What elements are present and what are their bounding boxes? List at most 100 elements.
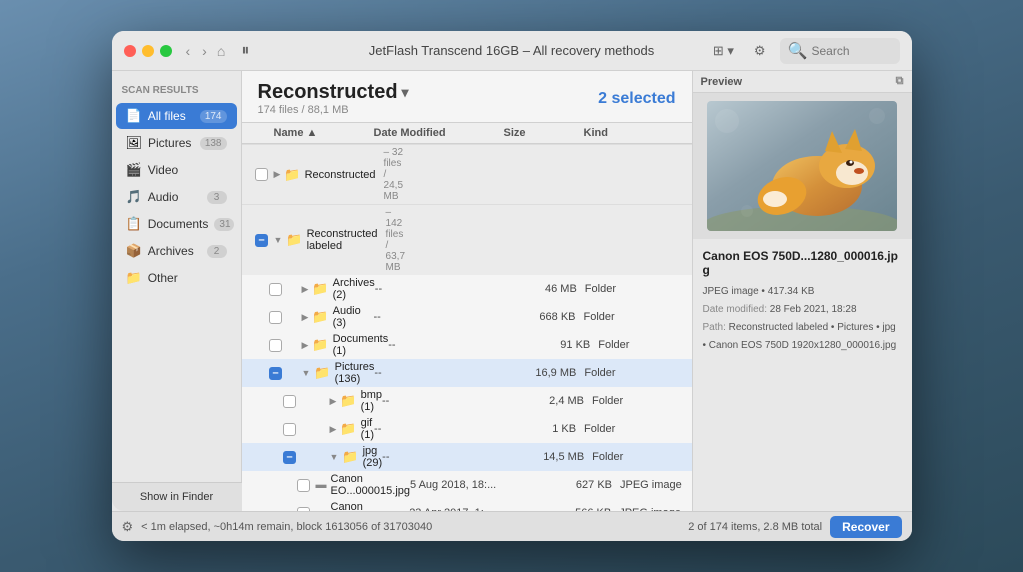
- show-in-finder-button[interactable]: Show in Finder: [112, 482, 242, 511]
- close-button[interactable]: [124, 45, 136, 57]
- view-button[interactable]: ⊞ ▾: [707, 41, 740, 61]
- pictures-collapse-icon[interactable]: ▼: [302, 368, 311, 378]
- file-table: Name ▲ Date Modified Size Kind ▶: [242, 122, 692, 511]
- sidebar-badge-pictures: 138: [200, 137, 227, 150]
- archives-size: 46 MB: [505, 283, 585, 295]
- archives-label: Archives (2): [333, 277, 375, 301]
- reconstructed-labeled-collapse-icon[interactable]: ▼: [274, 235, 283, 245]
- home-button[interactable]: ⌂: [211, 41, 231, 61]
- forward-button[interactable]: ›: [198, 41, 211, 61]
- reconstructed-labeled-label: Reconstructed labeled: [307, 228, 378, 252]
- col-header-size[interactable]: Size: [504, 127, 584, 139]
- preview-title: Preview: [701, 76, 743, 88]
- audio-kind: Folder: [584, 311, 684, 323]
- sidebar-item-other[interactable]: 📁 Other: [116, 265, 237, 291]
- table-row[interactable]: ▬ Canon EO...000011.jpg 23 Apr 2017, 1:.…: [242, 499, 692, 511]
- pictures-kind: Folder: [584, 367, 684, 379]
- table-row[interactable]: ▶ 📁 Documents (1) -- 91 KB Folder: [242, 331, 692, 359]
- col-header-date[interactable]: Date Modified: [374, 127, 504, 139]
- sidebar-item-all-files[interactable]: 📄 All files 174: [116, 103, 237, 129]
- titlebar-right: ⊞ ▾ ⚙ 🔍: [707, 38, 900, 64]
- back-button[interactable]: ‹: [182, 41, 195, 61]
- sidebar-item-audio[interactable]: 🎵 Audio 3: [116, 184, 237, 210]
- reconstructed-section[interactable]: ▶ 📁 Reconstructed – 32 files / 24,5 MB: [242, 144, 692, 204]
- gif-size: 1 KB: [504, 423, 584, 435]
- table-row[interactable]: ▶ 📁 gif (1) -- 1 KB Folder: [242, 415, 692, 443]
- sidebar-badge-archives: 2: [207, 245, 227, 258]
- reconstructed-collapse-icon[interactable]: ▶: [274, 169, 281, 180]
- file-area: Reconstructed ▾ 174 files / 88,1 MB 2 se…: [242, 71, 692, 511]
- sidebar-label-documents: Documents: [148, 217, 209, 231]
- maximize-button[interactable]: [160, 45, 172, 57]
- sidebar-item-documents[interactable]: 📋 Documents 31: [116, 211, 237, 237]
- preview-copy-icon[interactable]: ⧉: [896, 75, 904, 88]
- archives-name: ▶ 📁 Archives (2): [288, 277, 375, 301]
- table-row[interactable]: ▶ 📁 Archives (2) -- 46 MB Folder: [242, 275, 692, 303]
- file1-icon: ▬: [316, 479, 327, 491]
- table-row[interactable]: ▶ 📁 bmp (1) -- 2,4 MB Folder: [242, 387, 692, 415]
- other-icon: 📁: [126, 270, 142, 286]
- sidebar-item-archives[interactable]: 📦 Archives 2: [116, 238, 237, 264]
- jpg-checkbox[interactable]: –: [283, 451, 296, 464]
- archives-checkbox[interactable]: [269, 283, 282, 296]
- recover-button[interactable]: Recover: [830, 516, 901, 538]
- nav-buttons: ‹ ›: [182, 41, 211, 61]
- gif-expand-icon[interactable]: ▶: [330, 424, 337, 435]
- table-row[interactable]: – ▼ 📁 jpg (29) -- 14,5 MB Folder: [242, 443, 692, 471]
- sidebar-item-pictures[interactable]: 🖼 Pictures 138: [116, 130, 237, 156]
- pictures-folder-name: ▼ 📁 Pictures (136): [288, 361, 375, 385]
- pause-button[interactable]: ⏸: [241, 42, 249, 60]
- reconstructed-labeled-checkbox[interactable]: –: [255, 234, 268, 247]
- all-files-icon: 📄: [126, 108, 142, 124]
- col-header-name[interactable]: Name ▲: [274, 127, 374, 139]
- audio-folder-name: ▶ 📁 Audio (3): [288, 305, 374, 329]
- file1-label: Canon EO...000015.jpg: [331, 473, 411, 497]
- gif-folder-icon: 📁: [340, 421, 356, 437]
- table-row[interactable]: – ▼ 📁 Pictures (136) -- 16,9 MB Folder: [242, 359, 692, 387]
- archives-folder-icon: 📁: [312, 281, 328, 297]
- gif-folder-name: ▶ 📁 gif (1): [302, 417, 375, 441]
- file2-name: ▬ Canon EO...000011.jpg: [316, 501, 410, 511]
- col-header-kind[interactable]: Kind: [584, 127, 684, 139]
- jpg-collapse-icon[interactable]: ▼: [330, 452, 339, 462]
- minimize-button[interactable]: [142, 45, 154, 57]
- file1-size: 627 KB: [540, 479, 620, 491]
- pictures-checkbox[interactable]: –: [269, 367, 282, 380]
- filter-button[interactable]: ⚙: [748, 41, 772, 61]
- documents-checkbox[interactable]: [269, 339, 282, 352]
- sidebar-item-video[interactable]: 🎬 Video: [116, 157, 237, 183]
- preview-path-label: Path:: [703, 322, 729, 333]
- gif-checkbox[interactable]: [283, 423, 296, 436]
- archives-expand-icon[interactable]: ▶: [302, 284, 309, 295]
- pictures-date: --: [374, 367, 504, 379]
- archives-icon: 📦: [126, 243, 142, 259]
- sidebar-label-other: Other: [148, 271, 227, 285]
- gif-label: gif (1): [361, 417, 374, 441]
- folder-title[interactable]: Reconstructed ▾: [258, 81, 409, 104]
- reconstructed-labeled-section[interactable]: – ▼ 📁 Reconstructed labeled – 142 files …: [242, 204, 692, 275]
- reconstructed-checkbox[interactable]: [255, 168, 268, 181]
- archives-kind: Folder: [585, 283, 685, 295]
- traffic-lights: [124, 45, 172, 57]
- table-row[interactable]: ▶ 📁 Audio (3) -- 668 KB Folder: [242, 303, 692, 331]
- documents-expand-icon[interactable]: ▶: [302, 340, 309, 351]
- audio-label: Audio (3): [333, 305, 374, 329]
- search-box[interactable]: 🔍: [780, 38, 900, 64]
- bmp-label: bmp (1): [361, 389, 382, 413]
- file2-label: Canon EO...000011.jpg: [331, 501, 410, 511]
- status-icon: ⚙: [122, 519, 134, 535]
- bmp-expand-icon[interactable]: ▶: [330, 396, 337, 407]
- file1-checkbox[interactable]: [297, 479, 310, 492]
- sidebar-section-label: Scan results: [112, 81, 241, 102]
- jpg-folder-icon: 📁: [342, 449, 358, 465]
- pictures-size: 16,9 MB: [504, 367, 584, 379]
- preview-meta: JPEG image • 417.34 KB Date modified: 28…: [703, 283, 902, 355]
- window-title: JetFlash Transcend 16GB – All recovery m…: [369, 43, 654, 58]
- bmp-checkbox[interactable]: [283, 395, 296, 408]
- audio-checkbox[interactable]: [269, 311, 282, 324]
- search-input[interactable]: [812, 44, 892, 58]
- jpg-kind: Folder: [592, 451, 691, 463]
- table-row[interactable]: ▬ Canon EO...000015.jpg 5 Aug 2018, 18:.…: [242, 471, 692, 499]
- audio-expand-icon[interactable]: ▶: [302, 312, 309, 323]
- audio-date: --: [374, 311, 504, 323]
